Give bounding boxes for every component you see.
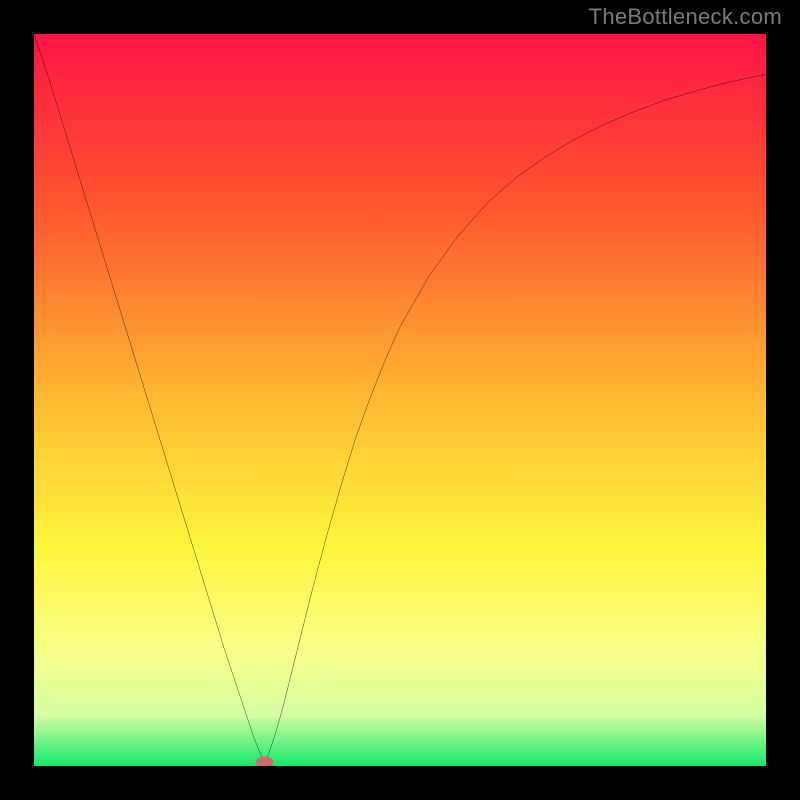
chart-plot-area: [34, 34, 766, 766]
chart-frame: TheBottleneck.com: [0, 0, 800, 800]
watermark-text: TheBottleneck.com: [589, 4, 782, 30]
bottleneck-chart-svg: [34, 34, 766, 766]
